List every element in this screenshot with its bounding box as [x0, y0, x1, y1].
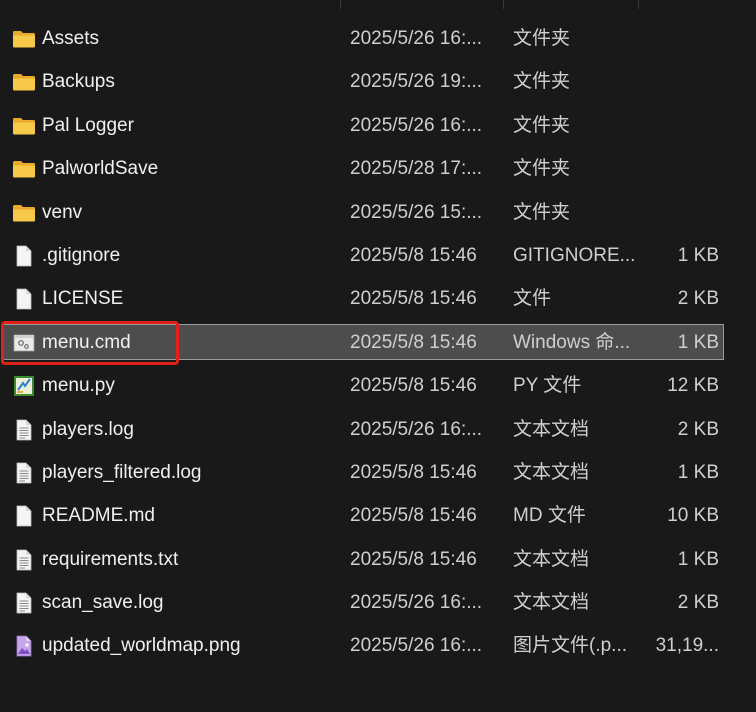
file-row[interactable]: menu.py 2025/5/8 15:46 PY 文件 12 KB	[0, 364, 756, 407]
folder-icon	[12, 157, 36, 181]
file-size: 2 KB	[677, 592, 719, 614]
file-date-modified: 2025/5/8 15:46	[350, 375, 477, 397]
image-file-icon	[12, 634, 36, 658]
file-size: 1 KB	[677, 461, 719, 483]
file-name: Assets	[42, 28, 100, 49]
file-type: 文本文档	[513, 592, 590, 614]
file-date-modified: 2025/5/26 15:...	[350, 201, 483, 223]
file-type: Windows 命...	[513, 331, 631, 353]
file-row[interactable]: venv 2025/5/26 15:... 文件夹	[0, 191, 756, 234]
file-row[interactable]: LICENSE 2025/5/8 15:46 文件 2 KB	[0, 277, 756, 320]
file-size: 2 KB	[677, 418, 719, 440]
file-size: 12 KB	[667, 375, 719, 397]
blank-file-icon	[12, 287, 36, 311]
file-row[interactable]: .gitignore 2025/5/8 15:46 GITIGNORE... 1 KB	[0, 234, 756, 277]
file-name: requirements.txt	[42, 548, 179, 570]
file-size: 1 KB	[677, 244, 719, 266]
file-type: 图片文件(.p...	[513, 635, 628, 657]
folder-icon	[12, 70, 36, 94]
red-annotation-box	[1, 320, 179, 365]
file-name: venv	[42, 201, 83, 223]
file-name: .gitignore	[42, 244, 121, 266]
file-type: GITIGNORE...	[513, 244, 636, 266]
file-type: 文本文档	[513, 418, 590, 440]
file-list: Assets 2025/5/26 16:... 文件夹 Backups 2025/5/2…	[0, 17, 756, 668]
file-row-selected[interactable]: menu.cmd 2025/5/8 15:46 Windows 命... 1 KB	[0, 320, 756, 365]
file-size: 10 KB	[667, 505, 719, 527]
file-name: README.md	[42, 505, 155, 527]
file-type: PY 文件	[513, 375, 582, 397]
file-name: players_filtered.log	[42, 461, 202, 483]
column-header-divider[interactable]	[340, 0, 341, 9]
text-file-icon	[12, 461, 36, 485]
file-type: 文件夹	[513, 158, 571, 180]
file-type: 文件夹	[513, 71, 571, 93]
file-row[interactable]: Backups 2025/5/26 19:... 文件夹	[0, 60, 756, 103]
file-date-modified: 2025/5/8 15:46	[350, 288, 477, 310]
file-name: scan_save.log	[42, 592, 164, 614]
file-date-modified: 2025/5/26 16:...	[350, 114, 483, 136]
file-row[interactable]: README.md 2025/5/8 15:46 MD 文件 10 KB	[0, 494, 756, 537]
column-header-divider[interactable]	[503, 0, 504, 9]
text-file-icon	[12, 548, 36, 572]
file-date-modified: 2025/5/28 17:...	[350, 158, 483, 180]
file-date-modified: 2025/5/26 16:...	[350, 635, 483, 657]
file-size: 1 KB	[677, 331, 719, 353]
folder-icon	[12, 27, 36, 51]
file-type: 文本文档	[513, 461, 590, 483]
text-file-icon	[12, 591, 36, 615]
file-row[interactable]: requirements.txt 2025/5/8 15:46 文本文档 1 KB	[0, 538, 756, 581]
file-type: MD 文件	[513, 505, 586, 527]
file-date-modified: 2025/5/26 19:...	[350, 71, 483, 93]
folder-icon	[12, 114, 36, 138]
file-date-modified: 2025/5/8 15:46	[350, 505, 477, 527]
file-size: 1 KB	[677, 548, 719, 570]
file-type: 文件	[513, 288, 552, 310]
blank-file-icon	[12, 504, 36, 528]
file-name: menu.py	[42, 375, 115, 397]
python-file-icon	[12, 374, 36, 398]
file-row[interactable]: Assets 2025/5/26 16:... 文件夹	[0, 17, 756, 60]
file-name: updated_worldmap.png	[42, 635, 241, 657]
file-name: LICENSE	[42, 288, 124, 310]
file-date-modified: 2025/5/26 16:...	[350, 592, 483, 614]
blank-file-icon	[12, 244, 36, 268]
file-explorer-list-view: Assets 2025/5/26 16:... 文件夹 Backups 2025/5/2…	[0, 0, 756, 712]
text-file-icon	[12, 418, 36, 442]
file-name: players.log	[42, 418, 134, 440]
file-date-modified: 2025/5/8 15:46	[350, 331, 477, 353]
file-type: 文件夹	[513, 201, 571, 223]
file-date-modified: 2025/5/8 15:46	[350, 461, 477, 483]
file-name: Pal Logger	[42, 114, 134, 136]
file-name: Backups	[42, 71, 115, 93]
file-date-modified: 2025/5/8 15:46	[350, 548, 477, 570]
file-type: 文本文档	[513, 548, 590, 570]
file-row[interactable]: updated_worldmap.png 2025/5/26 16:... 图片文件…	[0, 624, 756, 667]
file-row[interactable]: Pal Logger 2025/5/26 16:... 文件夹	[0, 104, 756, 147]
file-row[interactable]: PalworldSave 2025/5/28 17:... 文件夹	[0, 147, 756, 190]
folder-icon	[12, 201, 36, 225]
file-date-modified: 2025/5/26 16:...	[350, 28, 483, 49]
file-size: 31,19...	[655, 635, 719, 657]
file-type: 文件夹	[513, 28, 571, 49]
file-row[interactable]: players_filtered.log 2025/5/8 15:46 文本文档 1 …	[0, 451, 756, 494]
column-header-divider[interactable]	[638, 0, 639, 9]
file-type: 文件夹	[513, 114, 571, 136]
file-size: 2 KB	[677, 288, 719, 310]
file-date-modified: 2025/5/8 15:46	[350, 244, 477, 266]
file-name: PalworldSave	[42, 158, 159, 180]
file-date-modified: 2025/5/26 16:...	[350, 418, 483, 440]
file-row[interactable]: players.log 2025/5/26 16:... 文本文档 2 KB	[0, 408, 756, 451]
file-row[interactable]: scan_save.log 2025/5/26 16:... 文本文档 2 KB	[0, 581, 756, 624]
